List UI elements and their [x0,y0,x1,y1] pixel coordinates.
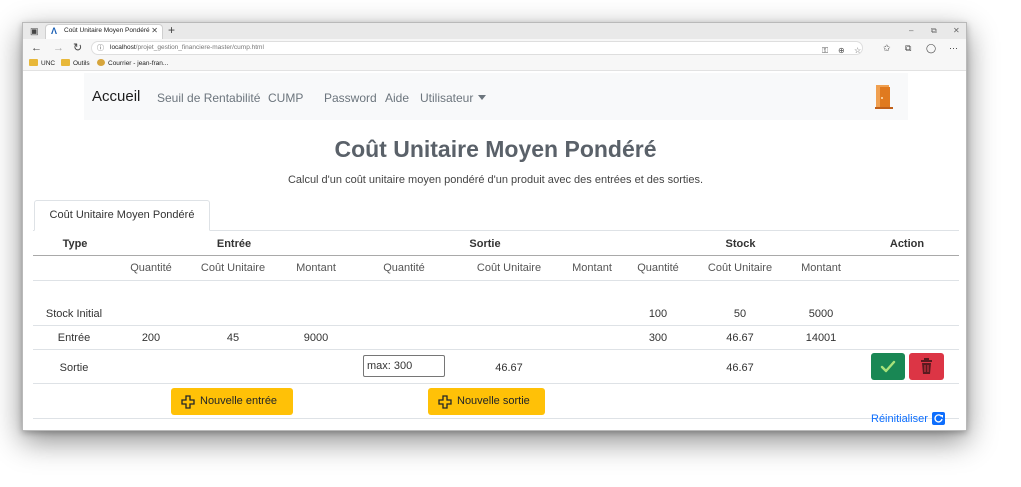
row-entree-type: Entrée [57,332,91,344]
url-host: localhost [110,44,136,51]
subheader-sortie-cu: Coût Unitaire [476,262,542,274]
page-content: Accueil Seuil de Rentabilité CUMP Passwo… [23,72,966,430]
subheader-entree-qty: Quantité [130,262,172,274]
page-description: Calcul d'un coût unitaire moyen pondéré … [287,174,704,186]
row-entree-qty: 200 [141,332,161,344]
nav-cump[interactable]: CUMP [268,91,303,105]
site-info-icon[interactable]: ⓘ [97,43,104,53]
reload-icon[interactable]: ↻ [73,40,82,56]
new-entry-button[interactable]: Nouvelle entrée [171,388,293,415]
subheader-stock-cu: Coût Unitaire [707,262,773,274]
row-divider [33,349,959,350]
nav-utilisateur-dropdown[interactable]: Utilisateur [420,91,487,105]
row-entree-stock-qty: 300 [648,332,668,344]
key-icon[interactable]: ⚿ [822,44,828,58]
reset-link[interactable]: Réinitialiser [871,412,945,425]
row-entree-stock-amount: 14001 [805,332,837,344]
back-icon[interactable]: ← [31,40,42,56]
refresh-icon [931,412,945,425]
row-entree-amount: 9000 [303,332,329,344]
tab-cump[interactable]: Coût Unitaire Moyen Pondéré [34,200,210,231]
profile-icon[interactable]: ◯ [926,40,936,56]
collections-icon[interactable]: ⧉ [905,40,911,56]
bookmark-unc[interactable]: UNC [29,58,55,70]
forward-icon[interactable]: → [53,40,64,56]
bookmark-label: Outils [73,60,90,67]
header-action: Action [889,238,925,250]
row-sortie-stock-cu: 46.67 [726,362,754,374]
caret-down-icon [478,95,487,100]
restore-icon[interactable]: ⧉ [931,23,937,39]
nav-utilisateur-label: Utilisateur [420,91,474,105]
subheader-sortie-amount: Montant [572,262,612,274]
tab-bar: ▣ Λ Coût Unitaire Moyen Pondéré ✕ + – ⧉ … [23,23,966,39]
new-entry-label: Nouvelle entrée [200,395,278,407]
subheader-sortie-qty: Quantité [383,262,425,274]
header-sortie: Sortie [469,238,501,250]
bookmark-label: UNC [41,60,56,67]
door-logout-icon[interactable] [874,84,894,109]
bookmark-label: Courrier - jean-fran... [108,60,169,67]
row-entree-stock-cu: 46.67 [726,332,754,344]
check-icon [880,360,896,373]
minimize-icon[interactable]: – [909,23,913,39]
favorites-icon[interactable]: ✩ [883,40,891,56]
navbar: Accueil Seuil de Rentabilité CUMP Passwo… [84,73,908,120]
subheader-stock-amount: Montant [801,262,841,274]
url-text: localhost/projet_gestion_financiere-mast… [110,44,264,51]
more-icon[interactable]: ⋯ [949,40,958,56]
row-stock-initial-type: Stock Initial [45,308,103,320]
favorite-icon[interactable]: ☆ [854,44,861,58]
table-bottom-divider [33,418,959,419]
address-bar-row: ← → ↻ ⓘ localhost/projet_gestion_financi… [23,39,966,57]
tab-title: Coût Unitaire Moyen Pondéré [64,27,150,34]
subheader-entree-amount: Montant [296,262,336,274]
new-tab-icon[interactable]: + [168,23,175,38]
delete-button[interactable] [909,353,944,380]
trash-icon [921,358,932,374]
row-sortie-type: Sortie [59,362,89,374]
plus-icon [181,395,195,409]
validate-button[interactable] [871,353,905,380]
reset-label: Réinitialiser [871,413,928,425]
nav-aide[interactable]: Aide [385,91,409,105]
sortie-quantity-input[interactable] [363,355,445,377]
new-exit-button[interactable]: Nouvelle sortie [428,388,545,415]
tab-actions-icon[interactable]: ▣ [30,23,39,39]
header-type: Type [62,238,88,250]
subheader-divider [33,280,959,281]
row-stock-initial-qty: 100 [648,308,668,320]
row-divider [33,383,959,384]
bookmarks-bar: UNC Outils Courrier - jean-fran... [23,57,966,71]
new-exit-label: Nouvelle sortie [457,395,530,407]
page-title: Coût Unitaire Moyen Pondéré [334,136,657,162]
navbar-brand[interactable]: Accueil [92,88,140,105]
close-tab-icon[interactable]: ✕ [151,26,158,35]
browser-tab[interactable]: Λ Coût Unitaire Moyen Pondéré ✕ [45,24,163,39]
header-stock: Stock [725,238,756,250]
nav-password[interactable]: Password [324,91,377,105]
folder-icon [29,59,38,66]
close-window-icon[interactable]: ✕ [953,23,960,39]
nav-seuil[interactable]: Seuil de Rentabilité [157,91,260,105]
subheader-entree-cu: Coût Unitaire [200,262,266,274]
row-stock-initial-cu: 50 [733,308,747,320]
subheader-stock-qty: Quantité [637,262,679,274]
site-favicon-icon: Λ [51,26,58,36]
mail-icon [97,59,105,66]
header-divider [33,255,959,256]
row-stock-initial-amount: 5000 [808,308,834,320]
url-path: /projet_gestion_financiere-master/cump.h… [135,44,264,51]
plus-icon [438,395,452,409]
folder-icon [61,59,70,66]
row-divider [33,325,959,326]
row-entree-cu: 45 [226,332,240,344]
bookmark-outils[interactable]: Outils [61,58,90,70]
browser-window: ▣ Λ Coût Unitaire Moyen Pondéré ✕ + – ⧉ … [22,22,967,431]
header-entree: Entrée [216,238,252,250]
url-field[interactable]: ⓘ localhost/projet_gestion_financiere-ma… [91,41,863,55]
bookmark-courrier[interactable]: Courrier - jean-fran... [97,58,168,70]
row-sortie-cu: 46.67 [495,362,523,374]
zoom-icon[interactable]: ⊕ [838,44,845,58]
